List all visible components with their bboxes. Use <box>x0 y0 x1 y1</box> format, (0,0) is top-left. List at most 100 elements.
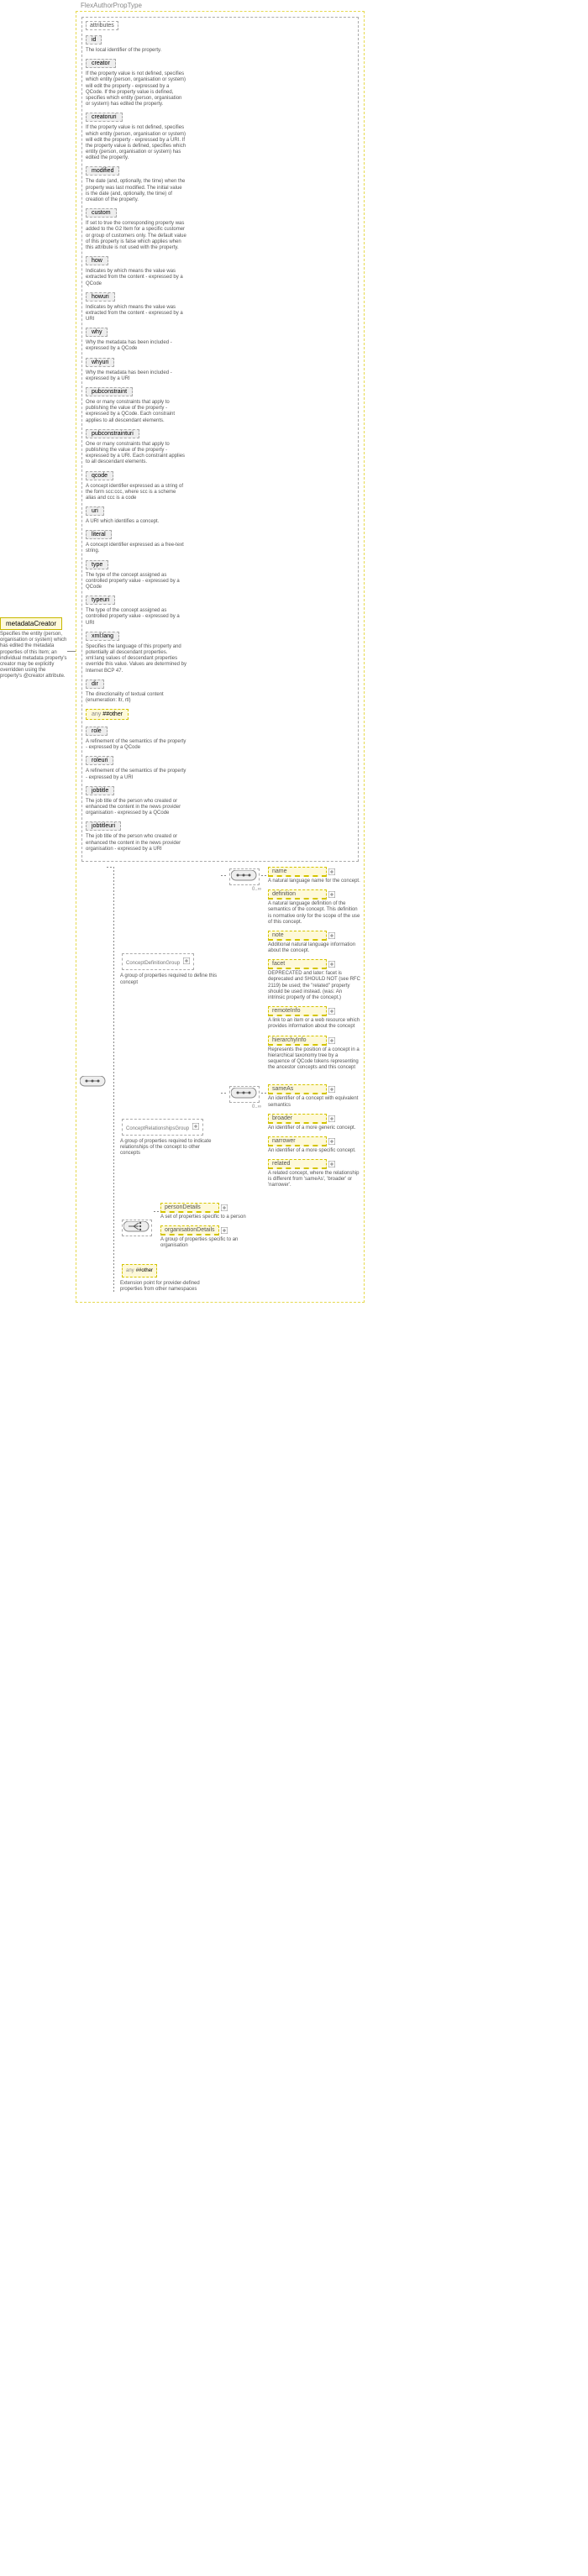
child-desc: An identifier of a concept with equivale… <box>268 1096 360 1108</box>
attr-desc: A concept identifier expressed as a free… <box>86 543 186 554</box>
attr-why: why <box>86 328 108 337</box>
sequence-icon <box>231 1088 258 1099</box>
attributes-group: attributes id The local identifier of the… <box>81 17 359 862</box>
attr-typeuri: typeuri <box>86 595 115 605</box>
attr-pubconstraint: pubconstraint <box>86 387 133 396</box>
attr-how: how <box>86 256 108 265</box>
attr-desc: A refinement of the semantics of the pro… <box>86 739 186 751</box>
attr-desc: Indicates by which means the value was e… <box>86 269 186 287</box>
root-element: metadataCreator <box>0 617 62 630</box>
expand-icon[interactable] <box>328 1115 335 1122</box>
attr-desc: Specifies the language of this property … <box>86 644 186 674</box>
attr-desc: The local identifier of the property. <box>86 48 186 54</box>
attr-desc: The job title of the person who created … <box>86 834 186 853</box>
expand-icon[interactable] <box>328 1161 335 1167</box>
attr-desc: If the property value is not defined, sp… <box>86 125 186 161</box>
attr-custom: custom <box>86 208 117 218</box>
child-broader: broader <box>268 1114 327 1124</box>
expand-icon[interactable] <box>328 1086 335 1093</box>
attr-desc: Indicates by which means the value was e… <box>86 305 186 323</box>
child-remoteInfo: remoteInfo <box>268 1006 327 1016</box>
child-desc: A group of properties specific to an org… <box>160 1237 253 1249</box>
attr-creatoruri: creatoruri <box>86 113 123 122</box>
attr-modified: modified <box>86 166 119 176</box>
sequence-icon <box>80 1076 107 1088</box>
attr-xmllang: xml:lang <box>86 632 119 641</box>
attr-jobtitleuri: jobtitleuri <box>86 821 121 831</box>
expand-icon[interactable] <box>328 1138 335 1145</box>
attr-desc: If set to true the corresponding propert… <box>86 221 186 251</box>
attr-desc: The job title of the person who created … <box>86 799 186 817</box>
root-desc: Specifies the entity (person, organisati… <box>0 632 67 680</box>
attr-uri: uri <box>86 506 104 516</box>
attr-howuri: howuri <box>86 292 115 302</box>
child-related: related <box>268 1159 327 1169</box>
attr-desc: Why the metadata has been included - exp… <box>86 340 186 352</box>
attr-dir: dir <box>86 679 104 689</box>
concept-definition-group: ConceptDefinitionGroup <box>122 953 194 970</box>
attr-desc: The directionality of textual content (e… <box>86 692 186 704</box>
range: 0..∞ <box>228 1104 261 1110</box>
child-desc: An identifier of a more generic concept. <box>268 1125 360 1131</box>
attr-whyuri: whyuri <box>86 358 114 367</box>
child-desc: An identifier of a more specific concept… <box>268 1148 360 1154</box>
child-hierarchyInfo: hierarchyInfo <box>268 1036 327 1046</box>
attr-jobtitle: jobtitle <box>86 786 114 795</box>
relationships-group-desc: A group of properties required to indica… <box>120 1139 221 1157</box>
child-narrower: narrower <box>268 1136 327 1146</box>
child-desc: Represents the position of a concept in … <box>268 1047 360 1072</box>
choice-icon <box>123 1221 150 1233</box>
child-desc: Additional natural language information … <box>268 942 360 954</box>
child-definition: definition <box>268 889 327 900</box>
attr-roleuri: roleuri <box>86 756 113 765</box>
child-name: name <box>268 867 327 877</box>
sequence-icon <box>231 870 258 882</box>
attr-desc: One or many constraints that apply to pu… <box>86 442 186 466</box>
attr-creator: creator <box>86 59 116 68</box>
child-facet: facet <box>268 959 327 969</box>
expand-icon[interactable] <box>328 961 335 968</box>
expand-icon[interactable] <box>328 932 335 939</box>
attr-pubconstrainturi: pubconstrainturi <box>86 429 139 438</box>
child-note: note <box>268 931 327 941</box>
child-desc: A natural language definition of the sem… <box>268 901 360 926</box>
expand-icon[interactable] <box>221 1227 228 1234</box>
attr-desc: The type of the concept assigned as cont… <box>86 608 186 627</box>
expand-icon[interactable] <box>328 868 335 875</box>
attr-role: role <box>86 727 108 736</box>
attr-id: id <box>86 35 102 45</box>
expand-icon[interactable] <box>221 1204 228 1211</box>
attr-literal: literal <box>86 530 112 539</box>
attr-desc: One or many constraints that apply to pu… <box>86 400 186 424</box>
child-desc: A set of properties specific to a person <box>160 1215 253 1220</box>
type-label: FlexAuthorPropType <box>76 0 147 11</box>
expand-icon[interactable] <box>328 1037 335 1044</box>
attr-desc: The date (and, optionally, the time) whe… <box>86 179 186 203</box>
child-sameAs: sameAs <box>268 1084 327 1094</box>
type-contour: attributes id The local identifier of the… <box>76 11 365 1303</box>
child-desc: A related concept, where the relationshi… <box>268 1171 360 1189</box>
attributes-label: attributes <box>86 21 118 30</box>
extension-any: any##other <box>122 1264 157 1278</box>
child-desc: A link to an item or a web resource whic… <box>268 1018 360 1030</box>
definition-group-desc: A group of properties required to define… <box>120 973 221 985</box>
any-other-attr: any##other <box>86 709 129 720</box>
attr-desc: A URI which identifies a concept. <box>86 519 186 525</box>
expand-icon[interactable] <box>183 957 190 964</box>
attr-desc: If the property value is not defined, sp… <box>86 71 186 108</box>
attr-desc: A refinement of the semantics of the pro… <box>86 769 186 780</box>
child-desc: A natural language name for the concept. <box>268 879 360 884</box>
attr-desc: Why the metadata has been included - exp… <box>86 370 186 382</box>
attr-desc: The type of the concept assigned as cont… <box>86 573 186 591</box>
expand-icon[interactable] <box>192 1123 199 1130</box>
range: 0..∞ <box>228 887 261 892</box>
extension-desc: Extension point for provider-defined pro… <box>120 1281 221 1293</box>
child-desc: DEPRECATED and later: facet is deprecate… <box>268 971 360 1001</box>
child-organisationDetails: organisationDetails <box>160 1225 219 1236</box>
expand-icon[interactable] <box>328 1008 335 1015</box>
child-personDetails: personDetails <box>160 1203 219 1213</box>
attr-type: type <box>86 560 108 569</box>
diagram: metadataCreator Specifies the entity (pe… <box>0 0 588 1303</box>
expand-icon[interactable] <box>328 891 335 898</box>
attr-qcode: qcode <box>86 471 113 480</box>
